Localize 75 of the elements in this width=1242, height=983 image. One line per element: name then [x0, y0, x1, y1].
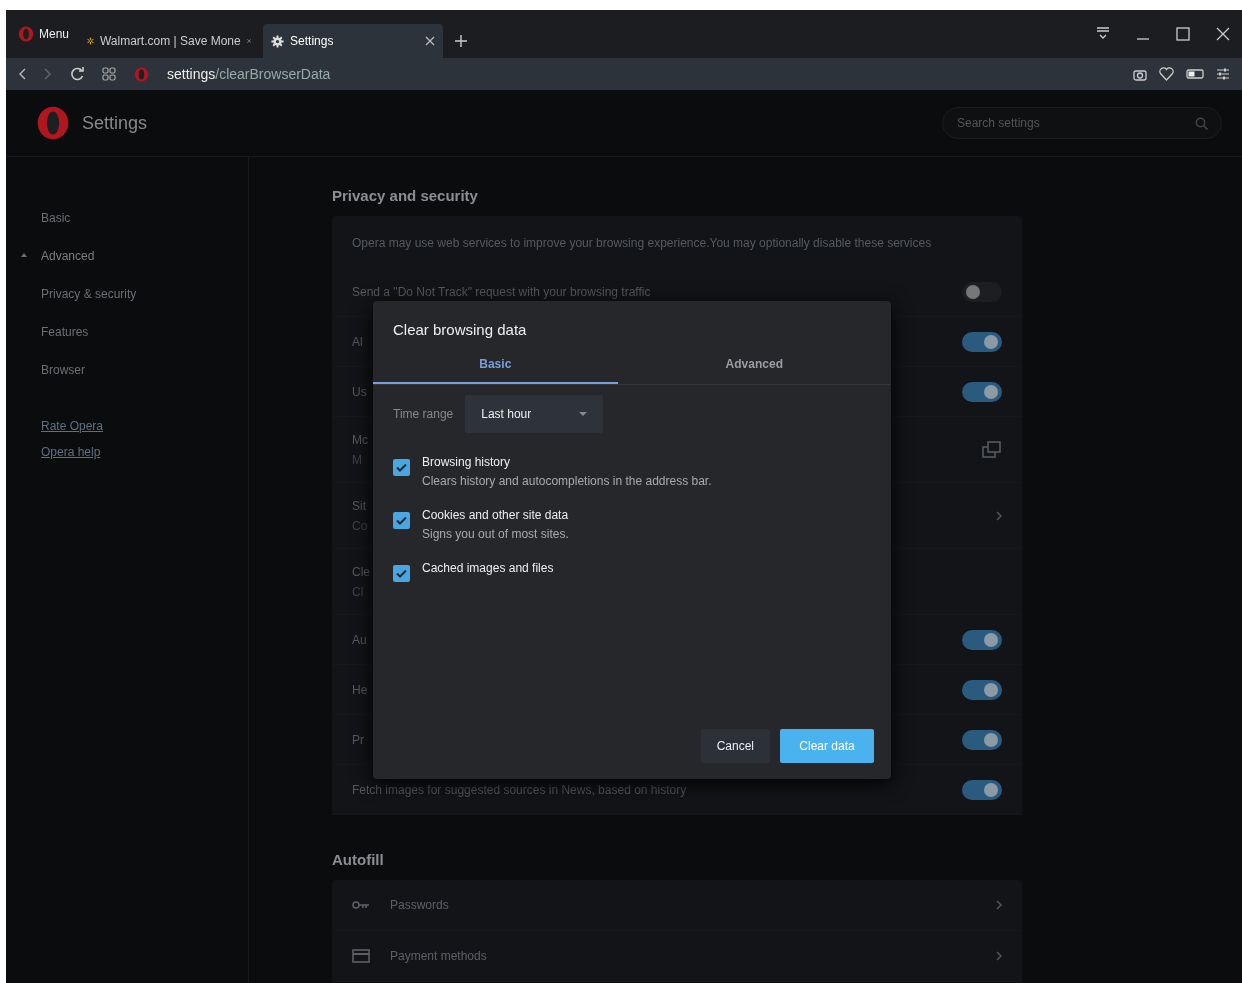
toggle-switch[interactable] [962, 729, 1002, 750]
checkmark-icon [396, 569, 407, 578]
browser-tab[interactable]: Settings [263, 24, 444, 58]
new-tab-icon[interactable] [455, 35, 468, 47]
field-label: Time range [393, 407, 454, 421]
setting-label[interactable]: Payment methods [390, 949, 976, 963]
external-window-icon[interactable] [982, 440, 1002, 459]
time-range-dropdown[interactable]: Last hour [465, 395, 604, 433]
dialog-title: Clear browsing data [392, 320, 528, 340]
option-description: Signs you out of most sites. [422, 527, 569, 541]
toggle-switch[interactable] [962, 779, 1002, 800]
toggle-switch[interactable] [962, 331, 1002, 352]
sidebar-item[interactable]: Advanced [6, 237, 248, 275]
camera-icon[interactable] [1133, 67, 1147, 81]
setting-label: Sit [352, 498, 366, 513]
sidebar-item[interactable]: Privacy & security [6, 275, 248, 313]
checkbox[interactable] [393, 565, 410, 582]
caret-up-icon [21, 253, 27, 257]
close-icon[interactable] [1216, 27, 1230, 41]
setting-label: Us [352, 384, 367, 399]
setting-label[interactable]: Passwords [390, 898, 976, 912]
grid-icon[interactable] [102, 67, 116, 81]
page-title: Settings [82, 112, 148, 134]
menu-button[interactable]: Menu [12, 22, 76, 46]
opera-logo-icon [134, 66, 149, 82]
checkbox[interactable] [393, 512, 410, 529]
chevron-right-icon[interactable] [996, 510, 1002, 521]
setting-label: Pr [352, 732, 364, 747]
sidebar-link[interactable]: Rate Opera [6, 413, 248, 439]
option-description: Clears history and autocompletions in the address bar. [422, 474, 712, 488]
toggle-switch[interactable] [962, 679, 1002, 700]
gear-icon [271, 34, 285, 48]
address-field[interactable]: settings/clearBrowserData [167, 66, 331, 82]
maximize-icon[interactable] [1176, 27, 1190, 41]
checkmark-icon [396, 463, 407, 472]
sidebar-item[interactable]: Basic [6, 199, 248, 237]
checkbox[interactable] [393, 459, 410, 476]
setting-label: Au [352, 632, 367, 647]
setting-label: Al [352, 334, 363, 349]
intro-text: Opera may use web services to improve your browsing experience.You may optionally disable these services [351, 235, 933, 252]
cancel-button[interactable]: Cancel [700, 729, 770, 763]
battery-icon[interactable] [1186, 69, 1204, 79]
chevron-right-icon[interactable] [996, 900, 1002, 910]
setting-label: Cle [352, 564, 370, 579]
toggle-switch[interactable] [962, 281, 1002, 302]
back-icon[interactable] [18, 68, 26, 80]
option-label: Cookies and other site data [422, 508, 569, 522]
setting-label: Send a "Do Not Track" request with your browsing traffic [352, 284, 651, 299]
section-heading: Privacy and security [332, 187, 479, 204]
section-heading: Autofill [332, 851, 385, 868]
browser-tab[interactable]: Walmart.com | Save Mone [79, 24, 260, 58]
reload-icon[interactable] [70, 67, 84, 81]
checkmark-icon [396, 516, 407, 525]
opera-logo-icon [36, 106, 70, 140]
key-icon [352, 900, 370, 910]
sidebar-item[interactable]: Browser [6, 351, 248, 389]
toggle-switch[interactable] [962, 381, 1002, 402]
tab-menu-icon[interactable] [1096, 27, 1110, 41]
sidebar-item[interactable]: Features [6, 313, 248, 351]
chevron-right-icon[interactable] [996, 951, 1002, 961]
heart-icon[interactable] [1159, 67, 1174, 81]
opera-logo-icon [18, 26, 34, 42]
sliders-icon[interactable] [1216, 67, 1230, 81]
search-field[interactable]: Search settings [942, 107, 1222, 139]
credit-card-icon [352, 949, 370, 963]
caret-down-icon [579, 412, 588, 416]
option-label: Browsing history [422, 455, 512, 469]
toggle-switch[interactable] [962, 629, 1002, 650]
dialog-tab[interactable]: Advanced [617, 346, 891, 384]
setting-label: He [352, 682, 368, 697]
sidebar-link[interactable]: Opera help [6, 439, 248, 465]
close-icon[interactable] [425, 36, 436, 46]
dialog-tab[interactable]: Basic [373, 346, 618, 384]
setting-label: Mc [352, 432, 368, 447]
option-label: Cached images and files [422, 561, 554, 575]
